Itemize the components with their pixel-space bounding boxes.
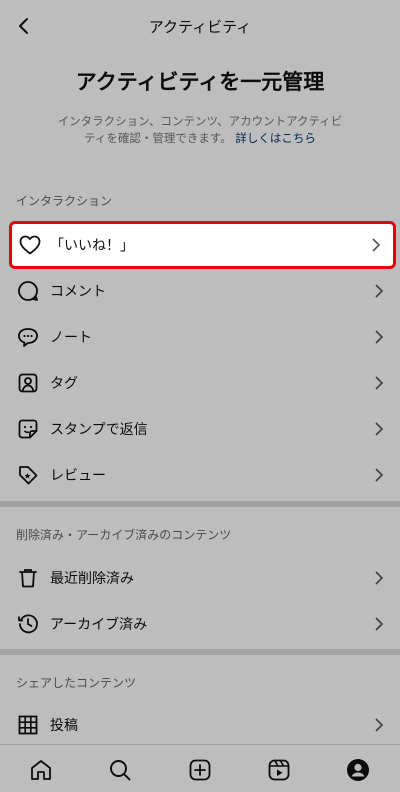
chevron-right-icon (369, 238, 383, 252)
section-header-interaction: インタラクション (16, 194, 113, 208)
list-item-label: 「いいね！」 (50, 238, 134, 254)
trash-icon (16, 566, 40, 590)
tag-icon (16, 371, 40, 395)
heart-icon (18, 233, 42, 257)
note-icon (16, 325, 40, 349)
chevron-right-icon (372, 718, 386, 732)
grid-icon (16, 713, 40, 737)
home-icon[interactable] (28, 757, 54, 783)
bottom-navigation (0, 744, 400, 792)
chevron-right-icon (372, 330, 386, 344)
chevron-right-icon (372, 571, 386, 585)
search-icon[interactable] (107, 757, 133, 783)
top-bar: アクティビティ (0, 0, 400, 52)
list-item-label: ノート (50, 330, 92, 346)
list-item-label: 最近削除済み (50, 571, 134, 587)
create-icon[interactable] (187, 757, 213, 783)
reels-icon[interactable] (266, 757, 292, 783)
profile-icon[interactable] (345, 757, 371, 783)
list-item-label: アーカイブ済み (50, 617, 148, 633)
list-item-likes[interactable]: 「いいね！」 (9, 221, 396, 269)
list-item-label: タグ (50, 376, 78, 392)
list-item-label: コメント (50, 284, 106, 300)
learn-more-link[interactable]: 詳しくはこちら (235, 131, 316, 145)
chevron-right-icon (372, 422, 386, 436)
chevron-right-icon (372, 284, 386, 298)
list-item-sticker-replies[interactable]: スタンプで返信 (0, 406, 400, 452)
list-item-label: レビュー (50, 468, 106, 484)
chevron-right-icon (372, 376, 386, 390)
hero-description: インタラクション、コンテンツ、アカウントアクティビティを確認・管理できます。 詳… (52, 113, 348, 147)
review-icon (16, 463, 40, 487)
list-item-posts[interactable]: 投稿 (0, 702, 400, 748)
archive-icon (16, 612, 40, 636)
chevron-right-icon (372, 468, 386, 482)
list-item-tags[interactable]: タグ (0, 360, 400, 406)
page-title: アクティビティ (148, 17, 252, 36)
list-item-comments[interactable]: コメント (0, 268, 400, 314)
chevron-left-icon (19, 18, 28, 34)
list-item-notes[interactable]: ノート (0, 314, 400, 360)
hero-title: アクティビティを一元管理 (75, 70, 325, 94)
section-divider (0, 501, 400, 507)
list-item-reviews[interactable]: レビュー (0, 452, 400, 498)
sticker-icon (16, 417, 40, 441)
list-item-recently-deleted[interactable]: 最近削除済み (0, 555, 400, 601)
list-item-label: スタンプで返信 (50, 422, 148, 438)
chevron-right-icon (372, 617, 386, 631)
list-item-archived[interactable]: アーカイブ済み (0, 601, 400, 647)
section-header-shared: シェアしたコンテンツ (16, 676, 137, 690)
list-item-label: 投稿 (50, 718, 78, 734)
comment-icon (16, 279, 40, 303)
back-button[interactable] (10, 12, 38, 40)
section-header-removed: 削除済み・アーカイブ済みのコンテンツ (16, 528, 232, 542)
section-divider (0, 649, 400, 655)
